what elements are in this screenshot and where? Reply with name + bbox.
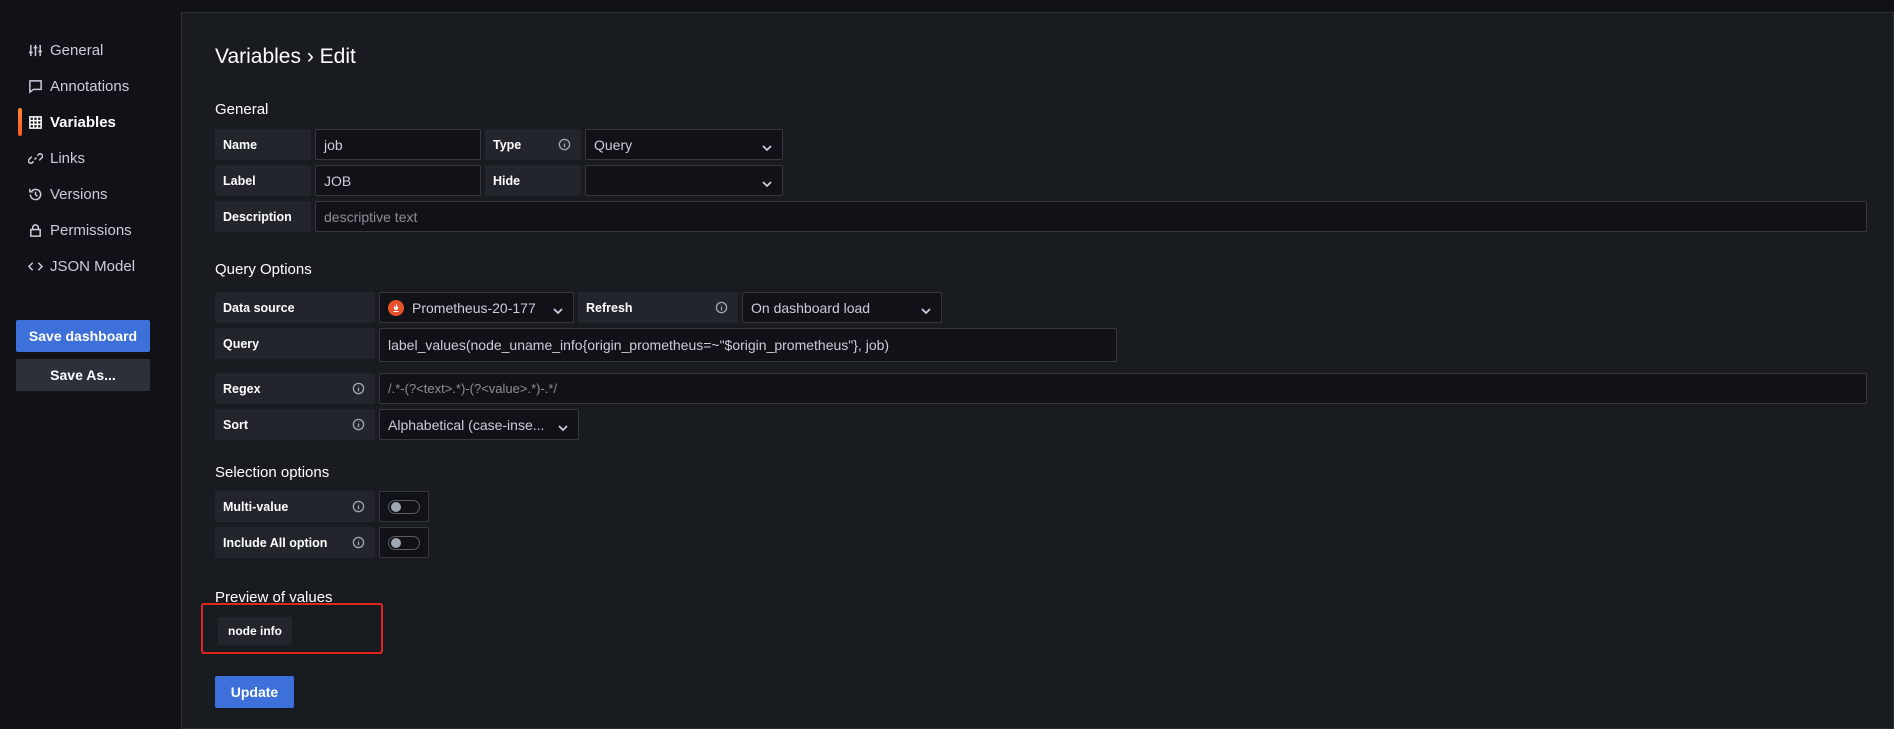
sidebar-item-label: Permissions [50, 221, 132, 239]
settings-sidebar: General Annotations Variables Links Vers… [0, 0, 181, 729]
multi-value-toggle-box [379, 491, 429, 522]
datasource-label: Data source [215, 292, 375, 323]
sliders-icon [26, 41, 44, 59]
include-all-label-text: Include All option [223, 535, 328, 550]
multi-value-label-text: Multi-value [223, 499, 289, 514]
sidebar-item-label: General [50, 41, 104, 59]
history-icon [26, 185, 44, 203]
include-all-label: Include All option [215, 527, 375, 558]
type-select-value: Query [594, 136, 633, 153]
sidebar-item-versions[interactable]: Versions [18, 176, 135, 212]
include-all-toggle[interactable] [388, 536, 420, 550]
settings-nav: General Annotations Variables Links Vers… [18, 32, 135, 284]
refresh-label: Refresh [578, 292, 738, 323]
sort-select-value: Alphabetical (case-inse... [388, 416, 545, 433]
save-as-button[interactable]: Save As... [16, 359, 150, 391]
lock-icon [26, 221, 44, 239]
sidebar-item-label: Variables [50, 113, 116, 131]
code-icon [26, 257, 44, 275]
section-general-title: General [215, 101, 269, 118]
preview-value-chip: node info [218, 617, 292, 645]
refresh-select[interactable]: On dashboard load [742, 292, 942, 323]
info-icon[interactable] [558, 138, 571, 151]
datasource-select[interactable]: Prometheus-20-177 [379, 292, 574, 323]
regex-input[interactable]: /.*-(?<text>.*)-(?<value>.*)-.*/ [379, 373, 1867, 404]
hide-label: Hide [485, 165, 581, 196]
section-selection-options-title: Selection options [215, 464, 330, 481]
multi-value-toggle[interactable] [388, 500, 420, 514]
query-textarea[interactable]: label_values(node_uname_info{origin_prom… [379, 328, 1117, 362]
info-icon[interactable] [715, 301, 728, 314]
multi-value-label: Multi-value [215, 491, 375, 522]
sidebar-item-label: Annotations [50, 77, 130, 95]
refresh-label-text: Refresh [586, 300, 633, 315]
link-icon [26, 149, 44, 167]
sidebar-item-variables[interactable]: Variables [18, 104, 135, 140]
name-label: Name [215, 129, 311, 160]
chevron-down-icon [921, 303, 931, 315]
description-label: Description [215, 201, 311, 232]
type-label: Type [485, 129, 581, 160]
query-label: Query [215, 328, 375, 359]
variable-editor: Variables › Edit General Name job Type Q… [181, 12, 1894, 729]
sidebar-item-permissions[interactable]: Permissions [18, 212, 135, 248]
info-icon[interactable] [352, 500, 365, 513]
prometheus-icon [388, 299, 404, 316]
chevron-down-icon [762, 140, 772, 152]
regex-label-text: Regex [223, 381, 261, 396]
name-input[interactable]: job [315, 129, 481, 160]
page-title: Variables › Edit [215, 45, 356, 68]
sidebar-item-label: JSON Model [50, 257, 136, 275]
refresh-select-value: On dashboard load [751, 299, 871, 316]
sort-label-text: Sort [223, 417, 248, 432]
grid-icon [26, 113, 44, 131]
chevron-down-icon [762, 176, 772, 188]
chevron-down-icon [553, 303, 563, 315]
sidebar-item-links[interactable]: Links [18, 140, 135, 176]
info-icon[interactable] [352, 536, 365, 549]
regex-label: Regex [215, 373, 375, 404]
hide-select[interactable] [585, 165, 783, 196]
label-label: Label [215, 165, 311, 196]
chevron-down-icon [558, 420, 568, 432]
sidebar-item-label: Links [50, 149, 86, 167]
sidebar-item-json-model[interactable]: JSON Model [18, 248, 135, 284]
type-label-text: Type [493, 137, 522, 152]
sidebar-item-annotations[interactable]: Annotations [18, 68, 135, 104]
section-query-options-title: Query Options [215, 261, 312, 278]
include-all-toggle-box [379, 527, 429, 558]
datasource-select-value: Prometheus-20-177 [412, 299, 536, 316]
update-button[interactable]: Update [215, 676, 294, 708]
sort-label: Sort [215, 409, 375, 440]
info-icon[interactable] [352, 382, 365, 395]
sidebar-item-general[interactable]: General [18, 32, 135, 68]
comment-icon [26, 77, 44, 95]
sidebar-item-label: Versions [50, 185, 108, 203]
save-dashboard-button[interactable]: Save dashboard [16, 320, 150, 352]
description-input[interactable]: descriptive text [315, 201, 1867, 232]
label-input[interactable]: JOB [315, 165, 481, 196]
sort-select[interactable]: Alphabetical (case-inse... [379, 409, 579, 440]
type-select[interactable]: Query [585, 129, 783, 160]
info-icon[interactable] [352, 418, 365, 431]
